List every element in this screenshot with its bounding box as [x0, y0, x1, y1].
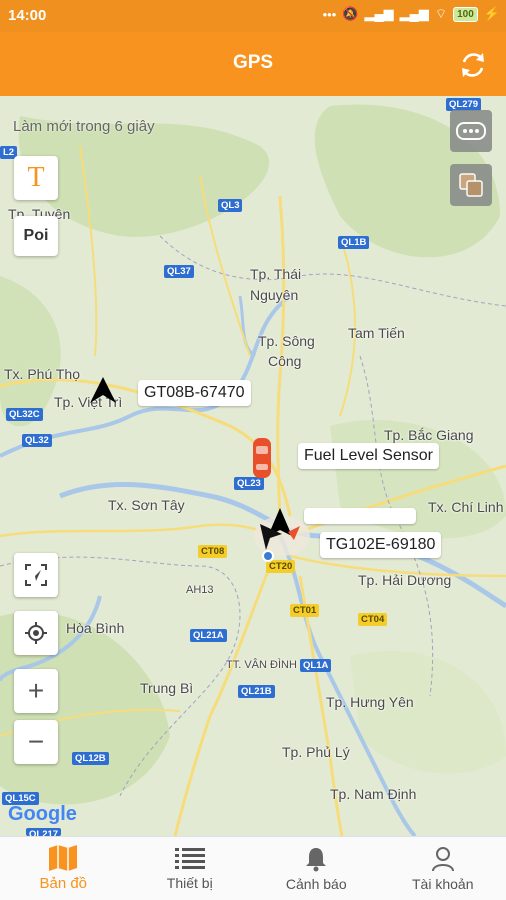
nav-label-devices: Thiết bị: [166, 874, 213, 891]
road-badge: QL32: [22, 434, 52, 447]
status-bar: 14:00 ••• 🔕 ▂▄▆ ▂▄▆ ⌔ 100 ⚡: [0, 0, 506, 32]
nav-item-devices[interactable]: Thiết bị: [127, 837, 254, 900]
charging-icon: ⚡: [483, 6, 500, 21]
map-label-chi-linh: Tx. Chí Linh: [428, 499, 504, 515]
road-badge: CT08: [198, 545, 228, 558]
nav-item-map[interactable]: Bản đồ: [0, 837, 127, 900]
page-title: GPS: [232, 52, 274, 73]
refresh-button[interactable]: [456, 48, 490, 82]
zoom-in-button[interactable]: +: [14, 669, 58, 713]
zoom-out-button[interactable]: −: [14, 720, 58, 764]
text-icon: T: [27, 162, 45, 193]
map-label-ah13: AH13: [186, 584, 214, 596]
vehicle-label-3[interactable]: TG102E-69180: [320, 532, 442, 558]
road-badge: CT01: [290, 604, 320, 617]
map-icon: [49, 845, 78, 871]
vehicle-cluster-icon[interactable]: [252, 506, 308, 562]
road-badge: QL32C: [6, 408, 43, 421]
refresh-icon: [462, 53, 484, 77]
map-label-song-cong-2: Công: [268, 353, 302, 369]
nav-label-account: Tài khoản: [412, 875, 474, 892]
road-badge: QL1B: [338, 236, 370, 249]
fit-bounds-button[interactable]: [14, 553, 58, 597]
road-badge: QL21B: [238, 685, 275, 698]
vehicle-label-1[interactable]: GT08B-67470: [138, 380, 251, 406]
bottom-nav: Bản đồ Thiết bị Cảnh báo Tài khoản: [0, 836, 506, 900]
my-location-button[interactable]: [14, 611, 58, 655]
battery-icon: 100: [453, 6, 478, 22]
map-label-hoa-binh: Hòa Bình: [66, 620, 125, 636]
plus-icon: +: [27, 675, 45, 706]
crosshair-icon: [25, 622, 47, 644]
map-label-thai-nguyen-1: Tp. Thái: [250, 266, 302, 282]
map-label-tam-tien: Tam Tiến: [348, 325, 405, 341]
map-label-phu-tho: Tx. Phú Thọ: [4, 366, 81, 382]
road-badge: QL37: [164, 265, 194, 278]
road-badge: QL1A: [300, 659, 332, 672]
poi-label: Poi: [23, 227, 49, 244]
text-toggle-button[interactable]: T: [14, 156, 58, 200]
road-badge: QL12B: [72, 752, 109, 765]
map-label-son-tay: Tx. Sơn Tây: [108, 497, 185, 513]
map-label-thai-nguyen-2: Nguyên: [250, 287, 299, 303]
signal-icon: ▂▄▆: [364, 6, 394, 21]
car-icon[interactable]: [250, 436, 274, 480]
map-label-trung-bi: Trung Bì: [140, 680, 194, 696]
user-icon: [431, 846, 454, 871]
map-label-phu-ly: Tp. Phủ Lý: [282, 744, 350, 760]
minus-icon: −: [27, 726, 45, 757]
refresh-countdown: Làm mới trong 6 giây: [13, 118, 155, 135]
map-label-bac-giang: Tp. Bắc Giang: [384, 427, 474, 443]
fit-bounds-icon: [25, 564, 47, 586]
more-options-button[interactable]: [450, 110, 492, 152]
map-label-hung-yen: Tp. Hưng Yên: [326, 694, 414, 710]
more-icon: [456, 122, 486, 140]
layers-icon: [459, 173, 483, 197]
google-logo: Google: [8, 803, 77, 826]
map-label-song-cong-1: Tp. Sông: [258, 333, 315, 349]
mute-icon: 🔕: [342, 6, 359, 21]
status-time: 14:00: [8, 7, 47, 24]
nav-label-alerts: Cảnh báo: [285, 875, 347, 892]
bell-icon: [306, 847, 327, 871]
status-icons: ••• 🔕 ▂▄▆ ▂▄▆ ⌔ 100 ⚡: [323, 6, 500, 22]
road-badge: QL21A: [190, 629, 227, 642]
vehicle-label-stack[interactable]: [304, 508, 416, 524]
list-icon: [174, 847, 205, 869]
google-logo-text: Google: [8, 803, 77, 825]
nav-label-map: Bản đồ: [39, 875, 88, 892]
map-label-hai-duong: Tp. Hải Dương: [358, 572, 452, 588]
wifi-icon: ⌔: [434, 6, 448, 21]
more-icon: •••: [322, 6, 337, 22]
layers-button[interactable]: [450, 164, 492, 206]
map-label-nam-dinh: Tp. Nam Định: [330, 786, 417, 802]
nav-item-account[interactable]: Tài khoản: [380, 837, 506, 900]
map-view[interactable]: Làm mới trong 6 giây Tp. Tuyên Tp. Thái …: [0, 96, 506, 836]
poi-button[interactable]: Poi: [14, 216, 58, 256]
vehicle-arrow-icon[interactable]: [88, 375, 118, 405]
road-badge: QL3: [218, 199, 243, 212]
nav-item-alerts[interactable]: Cảnh báo: [253, 837, 380, 900]
signal-icon-2: ▂▄▆: [399, 6, 429, 21]
app-header: GPS: [0, 32, 506, 96]
road-badge: QL217: [26, 828, 62, 836]
map-label-van-dinh: TT. VÂN ĐÌNH: [226, 659, 297, 671]
road-badge: CT04: [358, 613, 388, 626]
vehicle-label-2[interactable]: Fuel Level Sensor: [298, 443, 439, 469]
